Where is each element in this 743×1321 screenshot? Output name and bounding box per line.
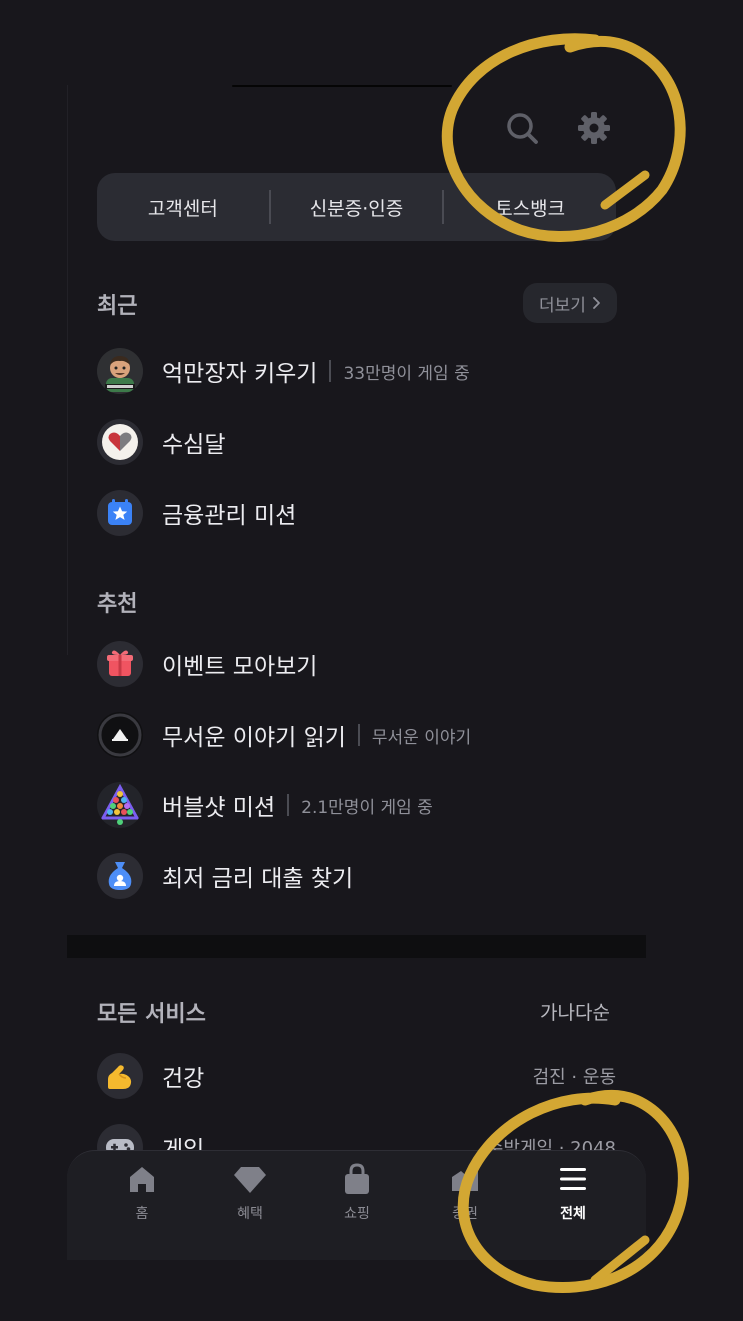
more-button-label: 더보기 xyxy=(539,295,586,316)
bubble-shot-icon xyxy=(97,782,143,828)
list-item-susimdal[interactable]: 수심달 xyxy=(97,417,616,467)
tab-stocks[interactable]: 증권 xyxy=(425,1161,505,1231)
tab-benefits[interactable]: 혜택 xyxy=(210,1161,290,1231)
quick-link-id-verification[interactable]: 신분증·인증 xyxy=(271,173,443,241)
list-item-label: 버블샷 미션 xyxy=(162,795,276,821)
list-item-label: 건강 xyxy=(162,1066,205,1092)
menu-icon xyxy=(555,1161,591,1197)
heart-icon xyxy=(97,419,143,465)
recommended-section-title: 추천 xyxy=(97,592,138,617)
panel-edge xyxy=(67,85,68,655)
ghost-story-icon xyxy=(97,712,143,758)
shopping-bag-icon xyxy=(339,1161,375,1197)
list-item-lowest-loan[interactable]: 최저 금리 대출 찾기 xyxy=(97,851,616,901)
all-services-title: 모든 서비스 xyxy=(97,1002,206,1027)
list-item-finance-mission[interactable]: 금융관리 미션 xyxy=(97,488,616,538)
header-actions xyxy=(502,108,622,148)
tab-label: 전체 xyxy=(560,1206,586,1222)
stock-icon xyxy=(447,1161,483,1197)
tab-label: 홈 xyxy=(135,1206,149,1222)
list-item-label: 금융관리 미션 xyxy=(162,503,297,529)
list-item-label: 최저 금리 대출 찾기 xyxy=(162,866,354,892)
flexed-arm-icon xyxy=(97,1053,143,1099)
more-button[interactable]: 더보기 xyxy=(523,283,617,323)
list-item-detail: 검진 · 운동 xyxy=(532,1067,616,1088)
row-separator xyxy=(357,724,360,746)
quick-links-bar: 고객센터 신분증·인증 토스뱅크 xyxy=(97,173,616,241)
recent-section-title: 최근 xyxy=(97,294,138,319)
millionaire-avatar-icon xyxy=(97,348,143,394)
section-divider xyxy=(67,935,646,958)
chevron-right-icon xyxy=(593,297,600,309)
list-item-subtitle: 무서운 이야기 xyxy=(371,727,472,748)
tab-label: 쇼핑 xyxy=(344,1206,370,1222)
search-icon[interactable] xyxy=(502,108,542,148)
tab-label: 혜택 xyxy=(237,1206,263,1222)
list-item-label: 억만장자 키우기 xyxy=(162,361,318,387)
tab-home[interactable]: 홈 xyxy=(102,1161,182,1231)
home-icon xyxy=(124,1161,160,1197)
list-item-bubble-shot[interactable]: 버블샷 미션 2.1만명이 게임 중 xyxy=(97,780,616,830)
list-item-scary-stories[interactable]: 무서운 이야기 읽기 무서운 이야기 xyxy=(97,710,616,760)
list-item-events[interactable]: 이벤트 모아보기 xyxy=(97,639,616,689)
list-item-label: 무서운 이야기 읽기 xyxy=(162,725,346,751)
bottom-tab-bar: 홈 혜택 쇼핑 증권 전체 xyxy=(67,1150,646,1260)
status-bar-line xyxy=(232,85,452,87)
row-separator xyxy=(287,794,290,816)
row-separator xyxy=(329,360,332,382)
tab-all[interactable]: 전체 xyxy=(533,1161,613,1231)
quick-link-customer-center[interactable]: 고객센터 xyxy=(97,173,269,241)
list-item-label: 수심달 xyxy=(162,432,226,458)
tab-shopping[interactable]: 쇼핑 xyxy=(317,1161,397,1231)
quick-link-toss-bank[interactable]: 토스뱅크 xyxy=(444,173,616,241)
list-item-subtitle: 33만명이 게임 중 xyxy=(343,363,470,384)
diamond-icon xyxy=(232,1161,268,1197)
list-item-health[interactable]: 건강 검진 · 운동 xyxy=(97,1051,616,1101)
list-item-label: 이벤트 모아보기 xyxy=(162,654,318,680)
list-item-subtitle: 2.1만명이 게임 중 xyxy=(301,797,433,818)
tab-label: 증권 xyxy=(452,1206,478,1222)
calendar-star-icon xyxy=(97,490,143,536)
gift-icon xyxy=(97,641,143,687)
list-item-millionaire[interactable]: 억만장자 키우기 33만명이 게임 중 xyxy=(97,346,616,396)
screen: 고객센터 신분증·인증 토스뱅크 최근 더보기 억만장자 키우기 33만명이 게… xyxy=(0,0,743,1321)
money-bag-icon xyxy=(97,853,143,899)
gear-icon[interactable] xyxy=(574,108,614,148)
sort-button[interactable]: 가나다순 xyxy=(540,998,610,1025)
